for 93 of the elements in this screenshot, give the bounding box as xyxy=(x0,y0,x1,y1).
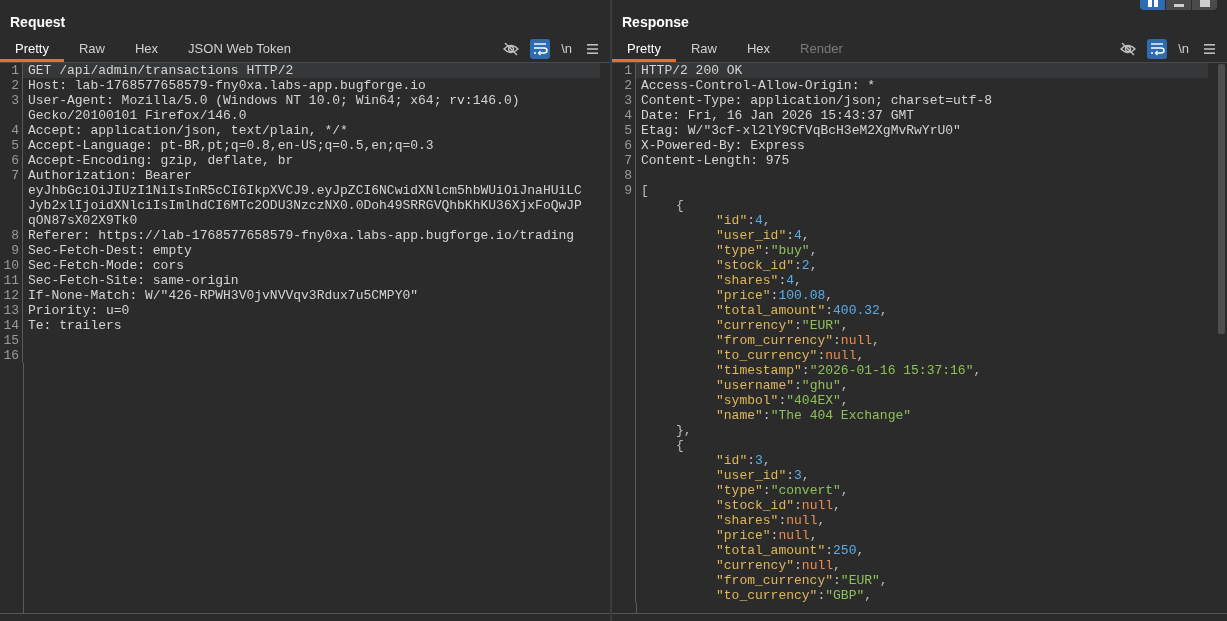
code-line: "price":null, xyxy=(715,528,818,543)
code-line: "user_id":4, xyxy=(715,228,810,243)
code-line: "stock_id":null, xyxy=(715,498,841,513)
code-line: Sec-Fetch-Mode: cors xyxy=(28,258,185,273)
code-line: If-None-Match: W/"426-RPWH3V0jvNVVqv3Rdux7u5CMPY0" xyxy=(28,288,419,303)
code-line: "total_amount":400.32, xyxy=(715,303,888,318)
code-line: Te: trailers xyxy=(28,318,122,333)
code-line: qON87sX02X9Tk0 xyxy=(28,213,138,228)
code-line: Sec-Fetch-Dest: empty xyxy=(28,243,192,258)
line-number: 5 xyxy=(624,123,632,138)
code-line: "price":100.08, xyxy=(715,288,834,303)
line-number: 3 xyxy=(11,93,19,108)
pane-title: Response xyxy=(622,13,689,32)
columns-icon xyxy=(1147,0,1158,7)
code-line: Date: Fri, 16 Jan 2026 15:43:37 GMT xyxy=(641,108,915,123)
line-number: 3 xyxy=(624,93,632,108)
line-number: 10 xyxy=(3,258,19,273)
code-line: eyJhbGciOiJIUzI1NiIsInR5cCI6IkpXVCJ9.eyJpZCI6NCwidXNlcm5hbWUiOiJnaHUiLC xyxy=(28,183,582,198)
code-line: { xyxy=(675,198,684,213)
line-number: 8 xyxy=(11,228,19,243)
tab[interactable]: Hex xyxy=(732,39,786,62)
code-line: Accept-Language: pt-BR,pt;q=0.8,en-US;q=0.5,en;q=0.3 xyxy=(28,138,434,153)
code-line: "name":"The 404 Exchange" xyxy=(715,408,912,423)
menu-icon[interactable] xyxy=(587,42,598,55)
tab[interactable]: JSON Web Token xyxy=(173,39,306,62)
code-line: User-Agent: Mozilla/5.0 (Windows NT 10.0; Win64; x64; rv:146.0) xyxy=(28,93,520,108)
code-line: "symbol":"404EX", xyxy=(715,393,849,408)
code-line: "from_currency":null, xyxy=(715,333,880,348)
code-line: "timestamp":"2026-01-16 15:37:16", xyxy=(715,363,982,378)
code-line: "shares":null, xyxy=(715,513,826,528)
line-number: 2 xyxy=(11,78,19,93)
code-line: "username":"ghu", xyxy=(715,378,849,393)
code-line: "shares":4, xyxy=(715,273,802,288)
line-number: 9 xyxy=(11,243,19,258)
menu-icon[interactable] xyxy=(1204,42,1215,55)
line-number: 8 xyxy=(624,168,632,183)
code-line: "type":"buy", xyxy=(715,243,818,258)
line-number: 5 xyxy=(11,138,19,153)
line-number: 1 xyxy=(11,63,19,78)
line-number: 7 xyxy=(11,168,19,183)
code-line: Host: lab-1768577658579-fny0xa.labs-app.bugforge.io xyxy=(28,78,426,93)
code-line: Jyb2xlIjoidXNlciIsImlhdCI6MTc2ODU3NzczNX0.0Doh49SRRGVQhbKhKU36XjxFoQwJP xyxy=(28,198,582,213)
code-line: Authorization: Bearer xyxy=(28,168,192,183)
line-number: 6 xyxy=(11,153,19,168)
code-line: Etag: W/"3cf-xl2lY9CfVqBcH3eM2XgMvRwYrU0" xyxy=(641,123,961,138)
tab[interactable]: Raw xyxy=(675,39,732,62)
code-line: Accept: application/json, text/plain, */* xyxy=(28,123,348,138)
code-line: "currency":null, xyxy=(715,558,841,573)
line-number: 12 xyxy=(3,288,19,303)
newline-button[interactable]: \n xyxy=(1175,38,1192,59)
code-line: "user_id":3, xyxy=(715,468,810,483)
pane-title: Request xyxy=(10,13,66,32)
line-number: 15 xyxy=(3,333,19,348)
scrollbar-thumb[interactable] xyxy=(1218,64,1225,334)
code-line: HTTP/2 200 OK xyxy=(641,63,743,78)
line-number: 4 xyxy=(11,123,19,138)
line-number: 6 xyxy=(624,138,632,153)
code-line: GET /api/admin/transactions HTTP/2 xyxy=(28,63,294,78)
newline-button[interactable]: \n xyxy=(558,38,575,59)
code-line: Gecko/20100101 Firefox/146.0 xyxy=(28,108,247,123)
line-number: 2 xyxy=(624,78,632,93)
code-line: "type":"convert", xyxy=(715,483,849,498)
code-line: "currency":"EUR", xyxy=(715,318,849,333)
code-line: "to_currency":"GBP", xyxy=(715,588,873,603)
line-number: 7 xyxy=(624,153,632,168)
tab[interactable]: Raw xyxy=(63,39,120,62)
single-view-icon xyxy=(1199,0,1210,7)
code-line: Accept-Encoding: gzip, deflate, br xyxy=(28,153,294,168)
code-line: Content-Type: application/json; charset=utf-8 xyxy=(641,93,993,108)
code-line: Content-Length: 975 xyxy=(641,153,790,168)
line-number: 14 xyxy=(3,318,19,333)
code-line: Priority: u=0 xyxy=(28,303,130,318)
code-line: "id":4, xyxy=(715,213,771,228)
line-number: 13 xyxy=(3,303,19,318)
line-number: 16 xyxy=(3,348,19,363)
code-line: "from_currency":"EUR", xyxy=(715,573,888,588)
code-line: X-Powered-By: Express xyxy=(641,138,805,153)
code-line: [ xyxy=(641,183,649,198)
code-line: "total_amount":250, xyxy=(715,543,865,558)
line-number: 4 xyxy=(624,108,632,123)
code-line: { xyxy=(675,438,684,453)
code-line: Sec-Fetch-Site: same-origin xyxy=(28,273,239,288)
code-line: "stock_id":2, xyxy=(715,258,818,273)
code-line: "id":3, xyxy=(715,453,771,468)
tab[interactable]: Hex xyxy=(120,39,174,62)
rows-icon xyxy=(1173,4,1184,7)
code-line: Referer: https://lab-1768577658579-fny0xa.labs-app.bugforge.io/trading xyxy=(28,228,575,243)
code-line: "to_currency":null, xyxy=(715,348,865,363)
line-number: 9 xyxy=(624,183,632,198)
line-number: 1 xyxy=(624,63,632,78)
code-line: Access-Control-Allow-Origin: * xyxy=(641,78,876,93)
code-line: }, xyxy=(675,423,692,438)
line-number: 11 xyxy=(3,273,19,288)
